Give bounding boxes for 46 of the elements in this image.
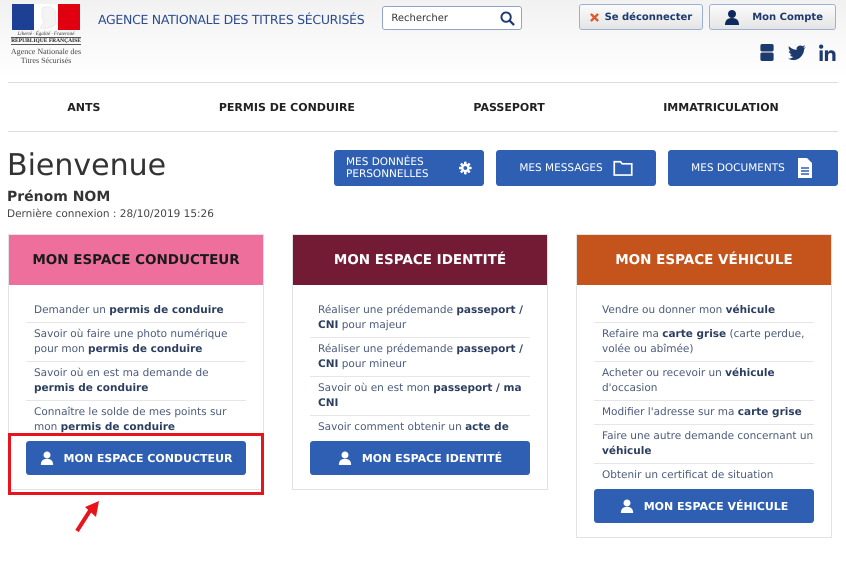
nav-link[interactable]: ANTS (67, 100, 100, 114)
search-icon[interactable] (500, 11, 516, 26)
space-link[interactable]: Réaliser une prédemande passeport / CNI pour majeur (310, 299, 530, 338)
twitter-icon[interactable] (788, 44, 806, 61)
space-link[interactable]: Savoir où en est mon passeport / ma CNI (310, 377, 530, 416)
space-link[interactable]: Savoir comment obtenir un acte de (310, 416, 530, 439)
user-icon (620, 499, 634, 513)
site-title: AGENCE NATIONALE DES TITRES SÉCURISÉS (98, 12, 364, 27)
folder-icon (612, 158, 633, 178)
space-link[interactable]: Vendre ou donner mon véhicule (594, 299, 814, 323)
arrow-icon (75, 499, 101, 533)
linkedin-icon[interactable] (818, 44, 836, 61)
space-link[interactable]: Obtenir un certificat de situation (594, 464, 814, 487)
space-button[interactable]: MON ESPACE VÉHICULE (594, 489, 814, 523)
space-link[interactable]: Savoir où en est ma demande de permis de conduire (26, 362, 246, 401)
space-button[interactable]: MON ESPACE CONDUCTEUR (26, 441, 246, 475)
space-link[interactable]: Réaliser une prédemande passeport / CNI pour mineur (310, 338, 530, 377)
logout-button[interactable]: Se déconnecter (578, 4, 704, 30)
space-header: MON ESPACE CONDUCTEUR (9, 235, 263, 285)
user-icon (40, 451, 54, 465)
close-icon (590, 12, 599, 22)
account-button[interactable]: Mon Compte (709, 4, 836, 30)
space-link[interactable]: Acheter ou recevoir un véhicule d'occasion (594, 362, 814, 401)
space-link[interactable]: Refaire ma carte grise (carte perdue, volée ou abîmée) (594, 323, 814, 362)
search-field[interactable]: Rechercher (382, 6, 522, 30)
space-header: MON ESPACE IDENTITÉ (293, 235, 547, 285)
space-header: MON ESPACE VÉHICULE (577, 235, 831, 285)
action-button[interactable]: MES DOCUMENTS (668, 150, 838, 186)
user-icon (338, 451, 352, 465)
user-name: Prénom NOM (7, 189, 112, 205)
logo-agency-name: Agence Nationale des Titres Sécurisés (10, 47, 82, 65)
nav-link[interactable]: PASSEPORT (473, 100, 545, 114)
user-icon (724, 9, 740, 25)
welcome-title: Bienvenue (7, 148, 168, 183)
space-link[interactable]: Faire une autre demande concernant un véhicule (594, 425, 814, 464)
space-button[interactable]: MON ESPACE IDENTITÉ (310, 441, 530, 475)
space-link[interactable]: Savoir où faire une photo numérique pour mon permis de conduire (26, 323, 246, 362)
nav-link[interactable]: PERMIS DE CONDUIRE (218, 100, 355, 114)
action-button[interactable]: MES DONNÉES PERSONNELLES (334, 150, 484, 186)
nav-link[interactable]: IMMATRICULATION (663, 100, 779, 114)
action-button[interactable]: MES MESSAGES (496, 150, 656, 186)
space-link[interactable]: Demander un permis de conduire (26, 299, 246, 323)
last-login: Dernière connexion : 28/10/2019 15:26 (7, 208, 215, 220)
marianne-flag-icon (12, 4, 80, 30)
space-link[interactable]: Modifier l'adresse sur ma carte grise (594, 401, 814, 425)
space-link[interactable]: Connaître le solde de mes points sur mon permis de conduire (26, 401, 246, 439)
